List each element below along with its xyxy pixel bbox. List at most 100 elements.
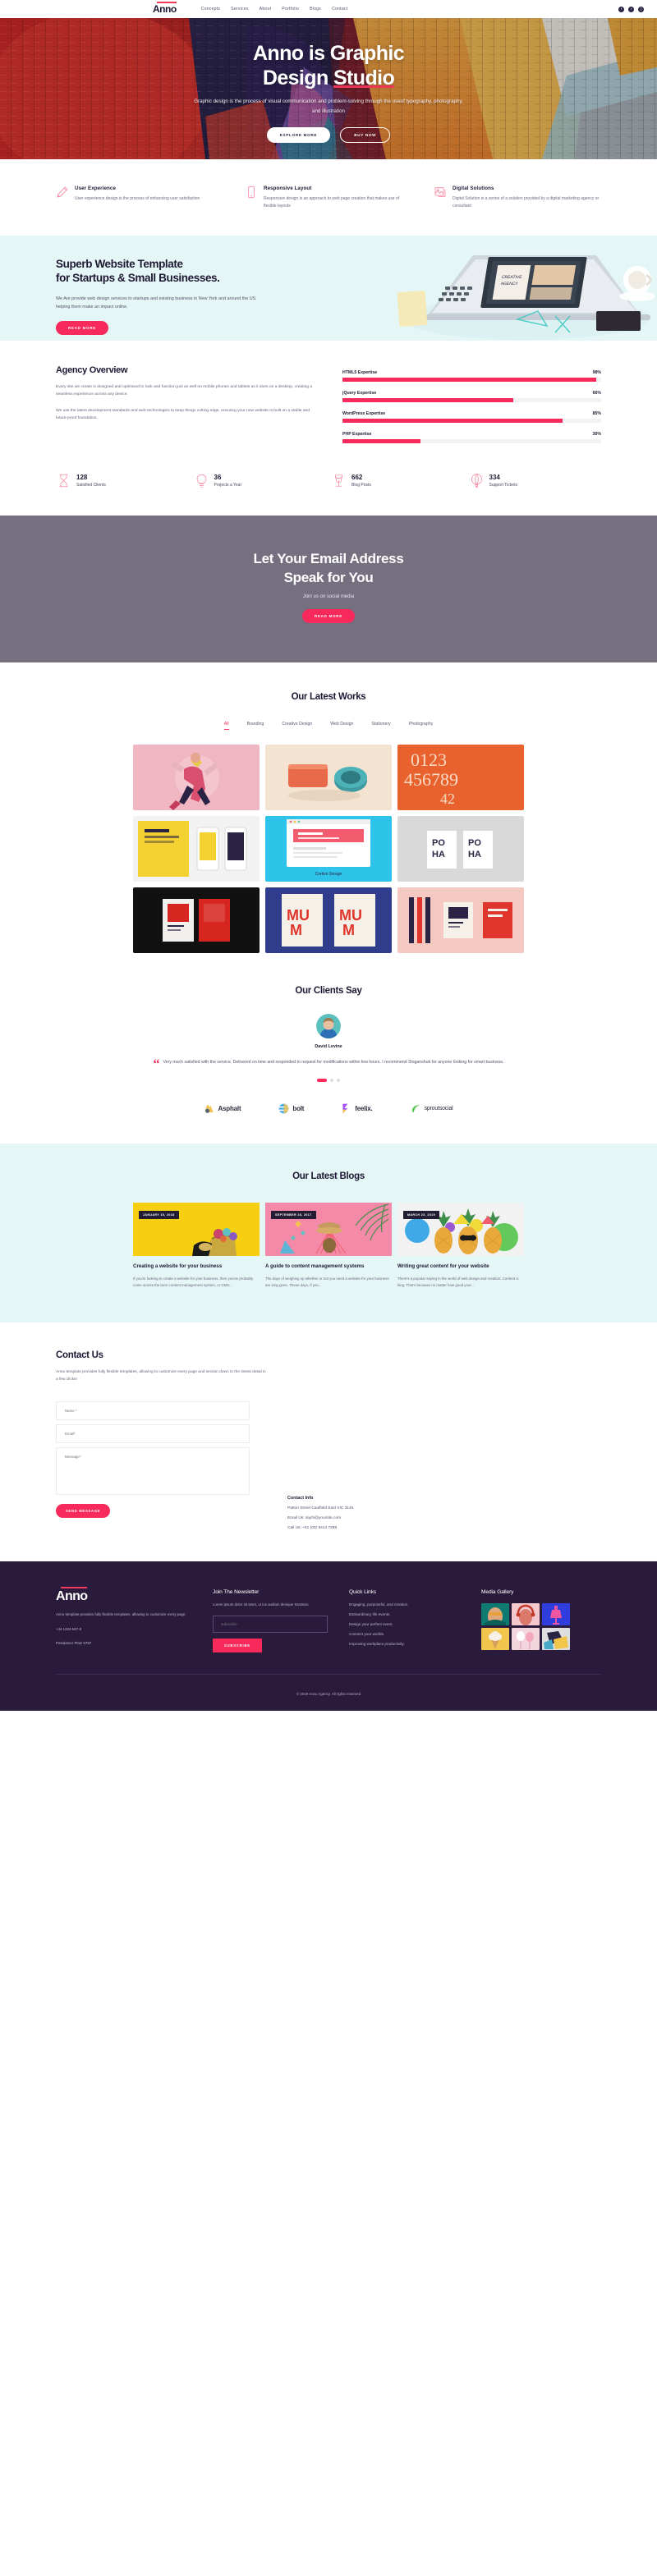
laptop-illustration: CREATIVE AGENCY	[397, 254, 655, 340]
contact-address: Patton Street Caulfield East VIC 3145	[287, 1506, 354, 1511]
site-logo[interactable]: Anno	[153, 2, 177, 14]
media-thumb-teal-portrait[interactable]	[481, 1603, 509, 1626]
explore-more-button[interactable]: EXPLORE MORE	[266, 126, 331, 143]
svg-text:M: M	[290, 922, 302, 938]
nav-item-about[interactable]: About	[260, 7, 272, 11]
balloon-icon	[471, 474, 483, 488]
filter-stationery[interactable]: Stationery	[371, 722, 390, 730]
media-thumb-pink-headphones[interactable]	[512, 1603, 540, 1626]
hero-content: Anno is Graphic Design Studio Graphic de…	[0, 18, 657, 159]
footer-logo[interactable]: Anno	[56, 1587, 88, 1603]
work-item-numerals-poster[interactable]: 0123 456789 42	[397, 744, 524, 810]
sprout-leaf-icon	[411, 1105, 420, 1113]
send-message-button[interactable]: SEND MESSAGE	[56, 1504, 111, 1519]
svg-text:0123: 0123	[411, 749, 447, 770]
client-logos: Asphalt bolt feelix. sproutsocial	[0, 1082, 657, 1144]
template-banner-content: Superb Website Template for Startups & S…	[0, 236, 279, 336]
work-item-beige-sponge[interactable]	[265, 744, 392, 810]
image-icon	[434, 186, 447, 199]
skill-fill	[342, 438, 420, 443]
message-field[interactable]	[56, 1447, 250, 1496]
nav-links: Concepts Services About Portfolio Blogs …	[201, 7, 348, 11]
footer-address: Potsdamer Platz 9797	[56, 1641, 92, 1646]
template-banner-text: We Are provide web design services to st…	[56, 296, 256, 309]
hero-subtitle: Graphic design is the process of visual …	[194, 99, 463, 114]
asphalt-mark-icon	[205, 1104, 214, 1114]
hero-title-line2b: Studio	[333, 66, 395, 90]
hero-section: Anno is Graphic Design Studio Graphic de…	[0, 18, 657, 159]
blog-card-1[interactable]: JANUARY 15, 2018 Creating a website for …	[133, 1203, 260, 1289]
work-item-poha-books[interactable]: PO HA PO HA	[397, 815, 524, 882]
filter-photography[interactable]: Photography	[409, 722, 433, 730]
nav-item-portfolio[interactable]: Portfolio	[282, 7, 299, 11]
work-item-yellow-mobile[interactable]	[133, 815, 260, 882]
subscribe-button[interactable]: SUBSCRIBE	[213, 1638, 262, 1652]
skill-fill	[342, 418, 563, 423]
hero-title-line1: Anno is Graphic	[252, 42, 405, 66]
read-more-button[interactable]: READ MORE	[56, 321, 109, 336]
cta-title: Let Your Email Address Speak for You	[0, 550, 657, 588]
twitter-icon[interactable]: t	[628, 6, 634, 12]
feature-text: Responsive design is an approach to web …	[264, 196, 400, 209]
quick-links-list: Engaging, purposeful, and creative. Extr…	[349, 1602, 460, 1646]
contact-row: SEND MESSAGE Contact Info Patton Street …	[56, 1401, 601, 1530]
work-item-black-red-book[interactable]	[133, 887, 260, 953]
filter-branding[interactable]: Branding	[247, 722, 264, 730]
counter-number: 334	[489, 473, 500, 481]
nav-item-contact[interactable]: Contact	[332, 7, 347, 11]
nav-item-concepts[interactable]: Concepts	[201, 7, 221, 11]
quick-link-1[interactable]: Engaging, purposeful, and creative.	[349, 1602, 460, 1607]
nav-item-blogs[interactable]: Blogs	[310, 7, 321, 11]
footer-about-column: Anno Anno template provides fully flexib…	[56, 1587, 191, 1652]
skill-value: 98%	[592, 369, 601, 375]
cta-subtitle: Join us on social media	[302, 594, 355, 599]
blog-date: MARCH 23, 2019	[403, 1211, 439, 1220]
blog-card-3[interactable]: MARCH 23, 2019 Writing great content for…	[397, 1203, 524, 1289]
instagram-icon[interactable]: ◻	[638, 6, 644, 12]
tmpl-title-line2: for Startups & Small Businesses.	[56, 272, 220, 285]
carousel-dot-1[interactable]	[317, 1079, 327, 1083]
skill-value: 85%	[592, 410, 601, 416]
agency-title: Agency Overview	[56, 364, 128, 375]
work-item-pink-stationery[interactable]	[397, 887, 524, 953]
svg-text:MU: MU	[339, 907, 362, 924]
hero-title: Anno is Graphic Design Studio	[252, 41, 405, 90]
blogs-section: Our Latest Blogs JANUARY 15, 2018 Creati…	[0, 1144, 657, 1322]
facebook-icon[interactable]: f	[618, 6, 624, 12]
cta-read-more-button[interactable]: READ MORE	[301, 608, 356, 623]
blogs-title: Our Latest Blogs	[292, 1171, 365, 1182]
blog-image-yellow-flower-basket: JANUARY 15, 2018	[133, 1203, 260, 1257]
svg-text:HA: HA	[468, 850, 481, 859]
quick-link-5[interactable]: Improving workplace productivity.	[349, 1642, 460, 1646]
quick-link-4[interactable]: Connect your worlds.	[349, 1632, 460, 1636]
filter-creative-design[interactable]: Creative Design	[282, 722, 312, 730]
media-thumb-blue-lamp[interactable]	[542, 1603, 570, 1626]
svg-text:HA: HA	[432, 850, 445, 859]
quick-link-2[interactable]: Extraordinary life events.	[349, 1612, 460, 1616]
email-field[interactable]	[56, 1424, 250, 1444]
quick-link-3[interactable]: Design your perfect event.	[349, 1622, 460, 1626]
media-thumb-yellow-icecream[interactable]	[481, 1628, 509, 1651]
work-item-creative-design-mockup[interactable]: Cretive Design	[265, 815, 392, 882]
logo-label: bolt	[292, 1105, 305, 1113]
works-grid: 0123 456789 42 Cretive Design PO HA PO H…	[0, 744, 657, 953]
media-thumb-grey-abstract[interactable]	[542, 1628, 570, 1651]
logo-accent-bar	[157, 2, 177, 3]
contact-info-title: Contact Info	[287, 1496, 314, 1501]
quote-icon: “	[153, 1057, 160, 1071]
works-filter-tabs: All Branding Creative Design Web Design …	[0, 722, 657, 730]
feature-title: Responsive Layout	[264, 186, 312, 191]
filter-web-design[interactable]: Web Design	[330, 722, 353, 730]
counter-label: Projects a Year	[214, 483, 242, 488]
nav-item-services[interactable]: Services	[231, 7, 249, 11]
media-thumb-pink-balloons[interactable]	[512, 1628, 540, 1651]
skill-label: WordPress Expertise	[342, 410, 386, 416]
filter-all[interactable]: All	[223, 722, 229, 730]
blog-card-2[interactable]: SEPTEMBER 28, 2017 A guide to content ma…	[265, 1203, 392, 1289]
work-item-mum-poster[interactable]: MU M MU M	[265, 887, 392, 953]
buy-now-button[interactable]: BUY NOW	[340, 126, 391, 143]
work-item-pink-dancer[interactable]	[133, 744, 260, 810]
name-field[interactable]	[56, 1401, 250, 1421]
agency-paragraph-2: We use the latest development standards …	[56, 408, 310, 421]
subscribe-input[interactable]	[213, 1615, 328, 1633]
